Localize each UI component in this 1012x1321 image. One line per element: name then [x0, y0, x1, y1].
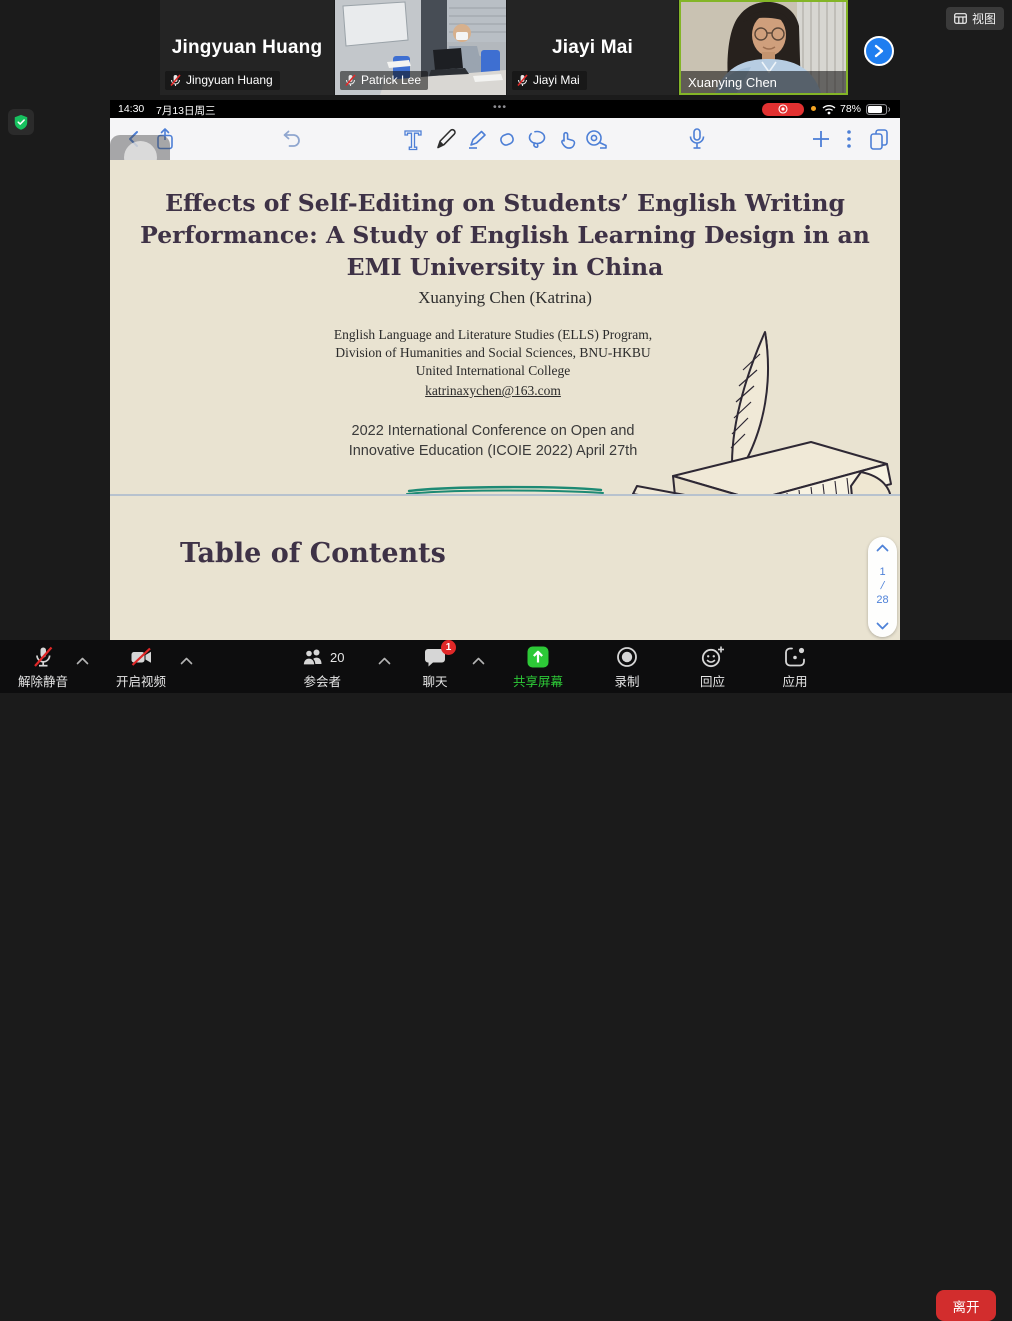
share-screen-icon: [525, 644, 551, 670]
page-navigator: 1 / 28: [868, 537, 897, 637]
ipad-date: 7月13日周三: [156, 103, 216, 118]
shared-screen-content: 14:30 7月13日周三 ••• 78%: [110, 100, 900, 640]
record-icon: [614, 644, 640, 670]
view-button[interactable]: 视图: [946, 7, 1004, 30]
meeting-security-shield[interactable]: [8, 109, 34, 135]
leave-meeting-button[interactable]: 离开: [936, 1290, 996, 1321]
participant-name-label: Patrick Lee: [340, 71, 428, 90]
slide-page-1: Effects of Self-Editing on Students’ Eng…: [110, 160, 900, 494]
undo-icon: [278, 128, 302, 150]
eraser-tool: [494, 126, 520, 152]
record-audio-button: [684, 126, 710, 152]
muted-mic-icon: [170, 74, 181, 87]
tape-icon: [583, 127, 609, 151]
pointer-hand-icon: [555, 127, 579, 151]
plus-icon: [811, 129, 831, 149]
participant-name-label: Jingyuan Huang: [165, 71, 280, 90]
video-tile-xuanying-chen-active-speaker[interactable]: Xuanying Chen: [679, 0, 848, 95]
apps-button[interactable]: 应用: [782, 644, 808, 690]
participant-name-label: Xuanying Chen: [681, 71, 846, 93]
unmute-button[interactable]: 解除静音: [18, 644, 68, 690]
apps-icon: [782, 644, 808, 670]
start-video-button[interactable]: 开启视频: [116, 644, 166, 690]
vertical-ellipsis-icon: [846, 129, 852, 149]
wifi-icon: [822, 104, 836, 115]
reactions-button[interactable]: 回应: [699, 644, 726, 690]
chevron-right-icon: [873, 44, 885, 58]
video-tile-jingyuan-huang[interactable]: Jingyuan Huang Jingyuan Huang: [160, 0, 334, 95]
muted-mic-icon: [345, 74, 356, 87]
lasso-icon: [525, 127, 549, 151]
chat-button[interactable]: 聊天 1: [422, 644, 448, 690]
participant-name-label: Jiayi Mai: [512, 71, 587, 90]
record-icon: [778, 104, 788, 114]
battery-percent: 78%: [840, 103, 861, 115]
total-page-number: 28: [876, 594, 888, 608]
tape-tool: [583, 126, 609, 152]
slide-title: Effects of Self-Editing on Students’ Eng…: [110, 188, 900, 284]
recording-indicator-pill: [762, 103, 804, 116]
reactions-smiley-icon: [699, 644, 726, 670]
video-tile-patrick-lee[interactable]: Patrick Lee: [335, 0, 506, 95]
record-button[interactable]: 录制: [614, 644, 640, 690]
pointer-hand-tool: [554, 126, 580, 152]
next-participants-button[interactable]: [864, 36, 894, 66]
chat-options-caret[interactable]: [472, 652, 485, 670]
muted-mic-icon: [517, 74, 528, 87]
share-screen-button[interactable]: 共享屏幕: [513, 644, 563, 690]
video-options-caret[interactable]: [180, 652, 193, 670]
lasso-tool: [524, 126, 550, 152]
slide2-heading: Table of Contents: [180, 538, 446, 569]
meeting-control-bar: 解除静音 开启视频 20 参会者 聊天: [0, 640, 1012, 693]
eraser-icon: [495, 127, 519, 151]
muted-mic-icon: [30, 644, 56, 670]
slide-author: Xuanying Chen (Katrina): [110, 288, 900, 308]
text-tool-icon: [402, 127, 424, 151]
page-down-icon: [876, 622, 889, 630]
microphone-icon: [688, 127, 706, 151]
gallery-view-icon: [954, 13, 967, 24]
camera-off-icon: [128, 644, 154, 670]
add-page-button: [808, 126, 834, 152]
undo-button: [277, 126, 303, 152]
ipad-status-bar: 14:30 7月13日周三 ••• 78%: [110, 100, 900, 118]
video-tile-jiayi-mai[interactable]: Jiayi Mai Jiayi Mai: [507, 0, 678, 95]
current-page-number: 1: [876, 566, 888, 580]
page-overview-button: [866, 126, 892, 152]
participants-icon: [300, 644, 326, 670]
grab-handle-icon: •••: [493, 101, 507, 113]
pen-icon: [434, 127, 458, 151]
pages-icon: [868, 127, 890, 151]
chat-unread-badge: 1: [441, 640, 456, 655]
more-options-button: [836, 126, 862, 152]
mute-options-caret[interactable]: [76, 652, 89, 670]
battery-icon: [866, 104, 891, 115]
highlighter-tool: [464, 126, 490, 152]
participants-button[interactable]: 20 参会者: [300, 644, 344, 690]
participants-count: 20: [330, 650, 344, 665]
security-shield-icon: [12, 113, 30, 132]
highlighter-icon: [465, 127, 489, 151]
notes-app-toolbar: [110, 118, 900, 161]
pen-tool-selected: [433, 126, 459, 152]
orange-mic-indicator-dot: [811, 106, 816, 111]
page-divider-slash: /: [875, 580, 891, 594]
page-up-icon: [876, 544, 889, 552]
text-tool: [400, 126, 426, 152]
slide-page-2: Table of Contents: [110, 496, 900, 640]
ipad-time: 14:30: [118, 103, 144, 115]
participants-options-caret[interactable]: [378, 652, 391, 670]
